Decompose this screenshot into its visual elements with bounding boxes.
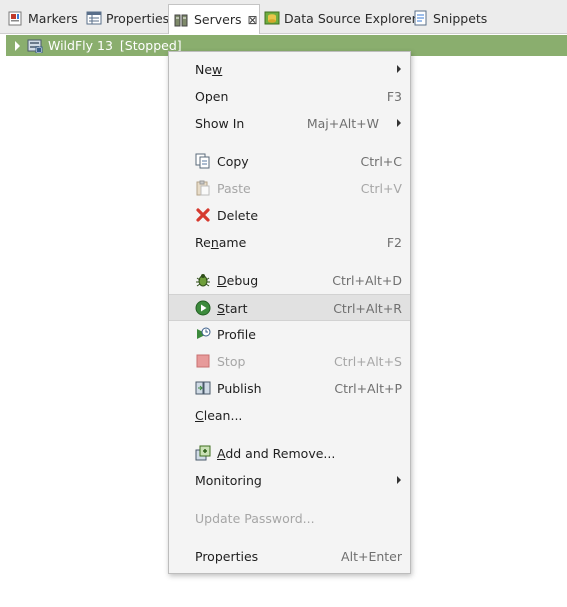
shortcut-properties: Alt+Enter	[341, 549, 402, 564]
submenu-arrow-icon	[397, 476, 401, 484]
shortcut-start: Ctrl+Alt+R	[333, 301, 402, 316]
menu-item-publish-label: Publish	[217, 381, 262, 396]
tab-snippets-label: Snippets	[433, 10, 488, 26]
menu-item-delete-label: Delete	[217, 208, 259, 223]
data-source-icon	[264, 10, 280, 26]
menu-item-add-and-remove-label: Add and Remove...	[217, 446, 336, 461]
menu-item-delete[interactable]: Delete	[169, 202, 410, 229]
menu-item-rename[interactable]: Rename F2	[169, 229, 410, 256]
tab-snippets[interactable]: Snippets	[413, 4, 487, 32]
menu-item-publish[interactable]: Publish Ctrl+Alt+P	[169, 375, 410, 402]
snippets-icon	[413, 10, 429, 26]
menu-item-rename-label: Rename	[195, 235, 247, 250]
start-play-icon	[195, 300, 211, 316]
menu-item-clean[interactable]: Clean...	[169, 402, 410, 429]
delete-icon	[195, 207, 211, 223]
menu-item-paste[interactable]: Paste Ctrl+V	[169, 175, 410, 202]
menu-item-profile-label: Profile	[217, 327, 256, 342]
tab-servers[interactable]: Servers ⊠	[168, 4, 260, 34]
stop-square-icon	[195, 353, 211, 369]
tab-servers-label: Servers	[194, 12, 242, 27]
menu-item-new[interactable]: New	[169, 56, 410, 83]
servers-icon	[174, 12, 190, 28]
tab-properties[interactable]: Properties	[86, 4, 169, 32]
menu-item-add-and-remove[interactable]: Add and Remove...	[169, 440, 410, 467]
view-tab-bar: Markers Properties Servers ⊠ Data Source…	[0, 0, 567, 34]
shortcut-open: F3	[386, 89, 402, 104]
tab-properties-label: Properties	[106, 10, 170, 26]
debug-bug-icon	[195, 272, 211, 288]
context-menu: New Open F3 Show In Maj+Alt+W Copy Ctrl+…	[168, 51, 411, 574]
menu-item-start[interactable]: Start Ctrl+Alt+R	[169, 294, 410, 321]
shortcut-publish: Ctrl+Alt+P	[334, 381, 402, 396]
menu-item-open[interactable]: Open F3	[169, 83, 410, 110]
menu-item-monitoring-label: Monitoring	[195, 473, 262, 488]
shortcut-show-in: Maj+Alt+W	[306, 116, 379, 131]
copy-icon	[195, 153, 211, 169]
menu-item-debug-label: Debug	[217, 273, 259, 288]
publish-icon	[195, 380, 211, 396]
menu-item-debug[interactable]: Debug Ctrl+Alt+D	[169, 267, 410, 294]
menu-item-stop-label: Stop	[217, 354, 246, 369]
menu-item-profile[interactable]: Profile	[169, 321, 410, 348]
tab-markers-label: Markers	[28, 10, 78, 26]
submenu-arrow-icon	[397, 119, 401, 127]
menu-item-start-label: Start	[217, 301, 248, 316]
shortcut-rename: F2	[386, 235, 402, 250]
add-remove-icon	[195, 445, 211, 461]
menu-item-paste-label: Paste	[217, 181, 251, 196]
tab-data-source-explorer-label: Data Source Explorer	[284, 10, 417, 26]
submenu-arrow-icon	[397, 65, 401, 73]
menu-item-copy-label: Copy	[217, 154, 249, 169]
menu-item-clean-label: Clean...	[195, 408, 243, 423]
profile-icon	[195, 326, 211, 342]
menu-item-new-label: New	[195, 62, 223, 77]
menu-item-properties-label: Properties	[195, 549, 259, 564]
shortcut-paste: Ctrl+V	[360, 181, 402, 196]
menu-item-stop[interactable]: Stop Ctrl+Alt+S	[169, 348, 410, 375]
menu-item-open-label: Open	[195, 89, 229, 104]
menu-item-update-password-label: Update Password...	[195, 511, 315, 526]
properties-icon	[86, 10, 102, 26]
server-name: WildFly 13	[48, 38, 113, 53]
menu-item-monitoring[interactable]: Monitoring	[169, 467, 410, 494]
server-icon	[27, 39, 43, 53]
expand-arrow-icon[interactable]	[15, 40, 20, 51]
paste-icon	[195, 180, 211, 196]
menu-item-show-in[interactable]: Show In Maj+Alt+W	[169, 110, 410, 137]
close-icon[interactable]: ⊠	[248, 13, 258, 27]
tab-markers[interactable]: Markers	[8, 4, 78, 32]
menu-item-update-password[interactable]: Update Password...	[169, 505, 410, 532]
menu-item-properties[interactable]: Properties Alt+Enter	[169, 543, 410, 570]
tab-data-source-explorer[interactable]: Data Source Explorer	[264, 4, 417, 32]
shortcut-copy: Ctrl+C	[360, 154, 402, 169]
markers-icon	[8, 10, 24, 26]
menu-item-copy[interactable]: Copy Ctrl+C	[169, 148, 410, 175]
menu-item-show-in-label: Show In	[195, 116, 245, 131]
shortcut-stop: Ctrl+Alt+S	[333, 354, 402, 369]
shortcut-debug: Ctrl+Alt+D	[332, 273, 402, 288]
